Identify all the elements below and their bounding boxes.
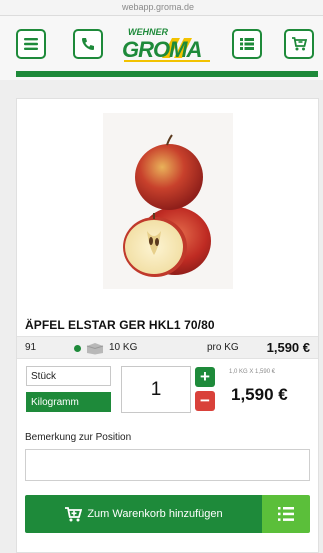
cart-icon	[292, 37, 307, 51]
product-info-row: 91 10 KG pro KG 1,590 €	[17, 336, 318, 359]
unit-option-kilogramm[interactable]: Kilogramm	[26, 392, 111, 412]
logo-top-text: WEHNER	[128, 27, 168, 37]
quantity-input[interactable]	[122, 367, 190, 412]
groma-logo: WEHNER GROMA	[122, 27, 210, 62]
menu-button[interactable]	[16, 29, 46, 59]
remark-field[interactable]	[25, 449, 310, 481]
add-to-cart-label: Zum Warenkorb hinzufügen	[87, 508, 223, 520]
list-button[interactable]	[232, 29, 262, 59]
increase-quantity-button[interactable]: +	[195, 367, 215, 387]
add-to-cart-button[interactable]: Zum Warenkorb hinzufügen	[25, 495, 262, 533]
product-image	[103, 113, 233, 289]
quantity-field[interactable]	[121, 366, 191, 413]
app-header: WEHNER GROMA	[0, 16, 323, 80]
package-icon	[86, 343, 104, 355]
remark-label: Bemerkung zur Position	[25, 432, 132, 443]
numbered-list-icon	[278, 507, 294, 521]
unit-price: 1,590 €	[266, 340, 310, 355]
add-to-cart-icon	[65, 507, 83, 522]
decrease-quantity-button[interactable]: −	[195, 391, 215, 411]
remark-input[interactable]	[26, 450, 309, 480]
list-icon	[240, 38, 254, 50]
add-to-list-button[interactable]	[262, 495, 310, 533]
phone-icon	[82, 38, 94, 50]
availability-dot	[74, 345, 81, 352]
unit-option-stueck[interactable]: Stück	[26, 366, 111, 386]
cart-button[interactable]	[284, 29, 314, 59]
header-divider	[16, 71, 318, 77]
address-bar[interactable]: webapp.groma.de	[0, 0, 323, 16]
price-calculation: 1,0 KG X 1,590 €	[229, 369, 276, 375]
total-price: 1,590 €	[231, 385, 288, 404]
phone-button[interactable]	[73, 29, 103, 59]
logo-main-text: GROMA	[122, 37, 201, 62]
price-unit: pro KG	[207, 342, 239, 353]
menu-icon	[24, 38, 38, 50]
product-title: ÄPFEL ELSTAR GER HKL1 70/80	[25, 318, 215, 332]
package-weight: 10 KG	[109, 342, 138, 353]
product-card: ÄPFEL ELSTAR GER HKL1 70/80 91 10 KG pro…	[16, 98, 319, 553]
url-text: webapp.groma.de	[122, 2, 195, 12]
article-number: 91	[25, 342, 37, 353]
